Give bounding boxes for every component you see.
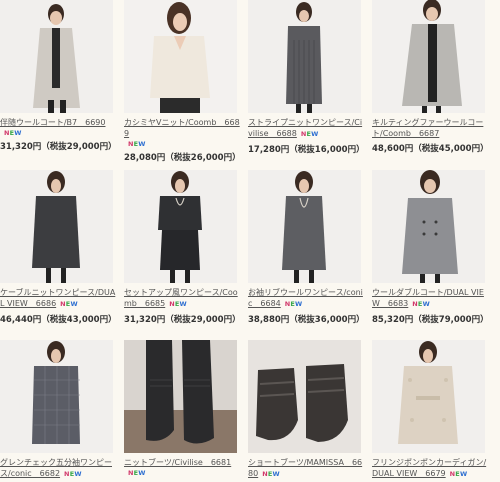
product-photo[interactable] bbox=[248, 340, 361, 453]
dark-setup-dress-image bbox=[124, 170, 237, 283]
product-title-link[interactable]: フリンジポンポンカーディガン/DUAL VIEW 6679 NEW bbox=[372, 457, 490, 480]
product-title-link[interactable]: セットアップ風ワンピース/Coomb 6685 NEW bbox=[124, 287, 242, 310]
product-photo[interactable] bbox=[124, 340, 237, 453]
product-photo[interactable] bbox=[372, 0, 485, 113]
gray-striped-knit-dress-image bbox=[248, 0, 361, 113]
product-title-link[interactable]: グレンチェック五分袖ワンピース/conic 6682 NEW bbox=[0, 457, 118, 480]
product-title-link[interactable]: 伴随ウールコート/B7 6690 bbox=[0, 117, 118, 128]
new-badge: NEW bbox=[262, 470, 280, 478]
product-card[interactable]: カシミヤVニット/Coomb 6689 NEW 28,080円（税抜26,000… bbox=[124, 0, 242, 163]
fringe-cardigan-image bbox=[372, 340, 485, 453]
product-card[interactable]: グレンチェック五分袖ワンピース/conic 6682 NEW bbox=[0, 340, 116, 480]
product-price: 31,320円（税抜29,000円） bbox=[0, 142, 117, 152]
new-badge: NEW bbox=[300, 130, 319, 138]
gray-fur-wool-coat-image bbox=[372, 0, 485, 113]
new-badge: NEW bbox=[64, 470, 82, 478]
product-card[interactable]: フリンジポンポンカーディガン/DUAL VIEW 6679 NEW bbox=[372, 340, 488, 480]
gray-rib-wool-dress-image bbox=[248, 170, 361, 283]
light-gray-long-coat-image bbox=[0, 0, 113, 113]
new-badge: NEW bbox=[284, 300, 303, 308]
product-card[interactable]: キルティングファーウールコート/Coomb 6687 48,600円（税抜45,… bbox=[372, 0, 490, 154]
product-price: 85,320円（税抜79,000円） bbox=[372, 315, 489, 325]
product-price: 46,440円（税抜43,000円） bbox=[0, 315, 117, 325]
product-photo[interactable] bbox=[124, 170, 237, 283]
cream-v-neck-knit-image bbox=[124, 0, 237, 113]
product-card[interactable]: セットアップ風ワンピース/Coomb 6685 NEW 31,320円（税抜29,… bbox=[124, 170, 242, 325]
new-badge: NEW bbox=[128, 469, 146, 477]
product-photo[interactable] bbox=[372, 340, 485, 453]
product-title-link[interactable]: ニットブーツ/Civilise 6681 bbox=[124, 457, 242, 468]
product-card[interactable]: ウールダブルコート/DUAL VIEW 6683 NEW 85,320円（税抜79… bbox=[372, 170, 490, 325]
product-card[interactable]: ケーブルニットワンピース/DUAL VIEW 6686 NEW 46,440円（税… bbox=[0, 170, 118, 325]
new-badge: NEW bbox=[128, 140, 146, 148]
product-price: 28,080円（税抜26,000円） bbox=[124, 153, 241, 163]
new-badge: NEW bbox=[449, 470, 468, 478]
new-badge: NEW bbox=[4, 129, 22, 137]
product-price: 17,280円（税抜16,000円） bbox=[248, 145, 365, 155]
product-title-link[interactable]: キルティングファーウールコート/Coomb 6687 bbox=[372, 117, 490, 139]
product-photo[interactable] bbox=[248, 0, 361, 113]
product-card[interactable]: お袖リブウールワンピース/conic 6684 NEW 38,880円（税抜36,… bbox=[248, 170, 366, 325]
product-photo[interactable] bbox=[0, 340, 113, 453]
product-title-link[interactable]: カシミヤVニット/Coomb 6689 bbox=[124, 117, 242, 139]
product-title-link[interactable]: ショートブーツ/MAMISSA 6680 NEW bbox=[248, 457, 366, 480]
product-card[interactable]: 伴随ウールコート/B7 6690 NEW 31,320円（税抜29,000円） bbox=[0, 0, 118, 152]
product-title-link[interactable]: ケーブルニットワンピース/DUAL VIEW 6686 NEW bbox=[0, 287, 118, 310]
knit-boots-image bbox=[124, 340, 237, 453]
product-title-link[interactable]: ストライプニットワンピース/Civilise 6688 NEW bbox=[248, 117, 366, 140]
glen-check-dress-image bbox=[0, 340, 113, 453]
product-card[interactable]: ストライプニットワンピース/Civilise 6688 NEW 17,280円（税… bbox=[248, 0, 366, 155]
product-card[interactable]: ショートブーツ/MAMISSA 6680 NEW bbox=[248, 340, 364, 480]
product-photo[interactable] bbox=[0, 0, 113, 113]
new-badge: NEW bbox=[60, 300, 78, 308]
product-title-link[interactable]: ウールダブルコート/DUAL VIEW 6683 NEW bbox=[372, 287, 490, 310]
product-price: 48,600円（税抜45,000円） bbox=[372, 144, 489, 154]
product-card[interactable]: ニットブーツ/Civilise 6681 NEW bbox=[124, 340, 240, 477]
product-photo[interactable] bbox=[0, 170, 113, 283]
charcoal-cable-knit-dress-image bbox=[0, 170, 113, 283]
gray-double-coat-image bbox=[372, 170, 485, 283]
product-photo[interactable] bbox=[124, 0, 237, 113]
product-photo[interactable] bbox=[248, 170, 361, 283]
product-photo[interactable] bbox=[372, 170, 485, 283]
new-badge: NEW bbox=[412, 300, 430, 308]
product-grid: 伴随ウールコート/B7 6690 NEW 31,320円（税抜29,000円） … bbox=[0, 0, 500, 482]
new-badge: NEW bbox=[169, 300, 187, 308]
short-boots-image bbox=[248, 340, 361, 453]
product-price: 38,880円（税抜36,000円） bbox=[248, 315, 365, 325]
product-price: 31,320円（税抜29,000円） bbox=[124, 315, 241, 325]
product-title-link[interactable]: お袖リブウールワンピース/conic 6684 NEW bbox=[248, 287, 366, 310]
